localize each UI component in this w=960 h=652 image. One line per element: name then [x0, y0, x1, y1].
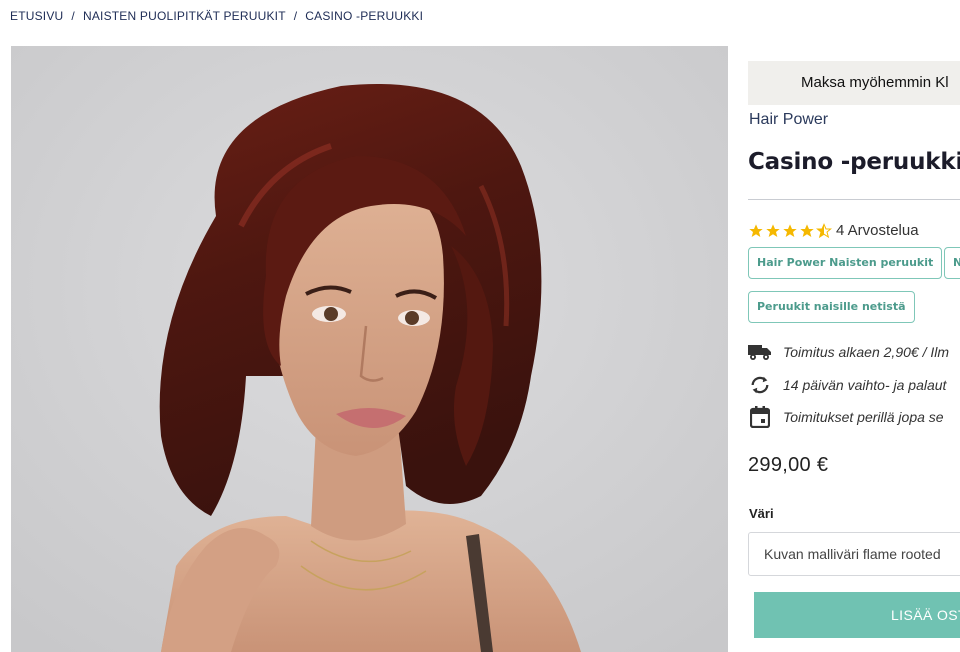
- truck-icon: [748, 341, 772, 363]
- exchange-icon: [748, 374, 772, 396]
- delivery-text: Toimitukset perillä jopa se: [783, 409, 944, 425]
- paylater-banner[interactable]: Maksa myöhemmin Kl: [748, 61, 960, 105]
- product-panel: Maksa myöhemmin Kl Hair Power Casino -pe…: [748, 46, 960, 652]
- reviews-count[interactable]: 4 Arvostelua: [836, 222, 919, 239]
- star-icon: [749, 223, 763, 237]
- divider: [748, 199, 960, 200]
- tag-peruukit-naisille[interactable]: Peruukit naisille netistä: [748, 291, 915, 323]
- breadcrumb-separator: /: [293, 9, 298, 23]
- variant-label: Väri: [749, 506, 774, 521]
- breadcrumb-current[interactable]: CASINO -PERUUKKI: [305, 9, 423, 23]
- breadcrumb: ETUSIVU / NAISTEN PUOLIPITKÄT PERUUKIT / CAS…: [10, 9, 423, 23]
- product-price: 299,00 €: [748, 454, 829, 476]
- rating[interactable]: 4 Arvostelua: [748, 222, 919, 239]
- brand-link[interactable]: Hair Power: [749, 111, 828, 129]
- product-image[interactable]: [11, 46, 728, 652]
- breadcrumb-category[interactable]: NAISTEN PUOLIPITKÄT PERUUKIT: [83, 9, 286, 23]
- exchange-text: 14 päivän vaihto- ja palaut: [783, 377, 947, 393]
- shipping-text: Toimitus alkaen 2,90€ / Ilm: [783, 344, 950, 360]
- shipping-info: Toimitus alkaen 2,90€ / Ilm: [748, 341, 949, 363]
- variant-select[interactable]: Kuvan malliväri flame rooted: [748, 532, 960, 576]
- breadcrumb-separator: /: [71, 9, 75, 23]
- product-title: Casino -peruukki: [748, 149, 960, 175]
- star-half-icon: [816, 222, 832, 238]
- add-to-cart-button[interactable]: LISÄÄ OSTO: [754, 592, 960, 638]
- breadcrumb-home[interactable]: ETUSIVU: [10, 9, 63, 23]
- star-icon: [766, 223, 780, 237]
- rating-stars: [748, 222, 832, 239]
- calendar-icon: [748, 406, 772, 428]
- star-icon: [800, 223, 814, 237]
- exchange-info: 14 päivän vaihto- ja palaut: [748, 374, 946, 396]
- tag-n[interactable]: N: [944, 247, 960, 279]
- star-icon: [783, 223, 797, 237]
- delivery-info: Toimitukset perillä jopa se: [748, 406, 944, 428]
- tag-hair-power-naisten[interactable]: Hair Power Naisten peruukit: [748, 247, 943, 279]
